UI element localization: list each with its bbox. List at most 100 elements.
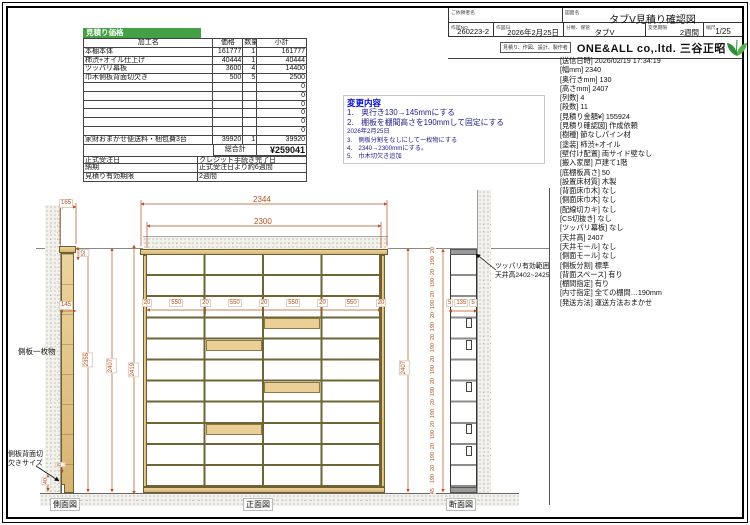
pitch-dim-label: 20	[430, 312, 436, 318]
side-view-panel	[61, 253, 74, 493]
spec-line: [底棚板高さ] 50	[560, 168, 744, 177]
spec-line: [見積り金額¥] 155924	[560, 112, 744, 121]
spec-line: [列数] 4	[560, 93, 744, 102]
table-row: 家財おまかせ便送料・梱包費3台 39920 1 39920	[84, 136, 307, 145]
dim-height-2419: 2419	[128, 362, 139, 377]
cell-price: 500	[213, 74, 243, 83]
pitch-dim-cell: 190	[420, 273, 446, 293]
cell-name	[84, 109, 213, 118]
spec-line: [送信日時] 2026/02/19 17:34:19	[560, 56, 744, 65]
table-row: 0	[84, 127, 307, 136]
tension-rod-annotation: ツッパリ有効範囲 天井高2402~2425	[495, 263, 550, 281]
pitch-dim-label: 20	[430, 291, 436, 297]
spec-line: [樹種] 節なしパイン材	[560, 130, 744, 139]
dim-side-upper: 52	[79, 249, 89, 257]
cell-price	[213, 83, 243, 92]
term-label: 見積り有効期限	[83, 173, 198, 182]
cell-name: 巾木側板背面切欠き	[84, 74, 213, 83]
term-value: クレジット手続き完了日	[198, 156, 307, 165]
spec-line: [背面スペース] 有り	[560, 270, 744, 279]
column-header-price: 価格	[213, 39, 243, 48]
fixed-shelf-block	[206, 340, 262, 351]
cell-price	[213, 109, 243, 118]
title-block: ご依頼者名 図面名 タブV見積り確認図 作図NO 260223-2 作図日 20…	[448, 8, 742, 59]
cell-qty: 5	[243, 74, 257, 83]
table-row: 巾木側板背面切欠き 500 5 2500	[84, 74, 307, 83]
side-view-label: 側面図	[50, 498, 80, 511]
pitch-dim-label: 20	[430, 269, 436, 275]
section-wall-hatch	[477, 190, 491, 493]
cell-qty	[243, 92, 257, 101]
column-dim-cell: 550	[207, 298, 263, 308]
change-note-item: 3. 側板分割をなしにして一枚物にする	[347, 137, 541, 145]
pitch-dim-label: 20	[430, 378, 436, 384]
total-spacer	[84, 145, 213, 156]
dim-height-2355: 2355	[82, 352, 93, 367]
cell-name	[84, 92, 213, 101]
spec-line: [幅mm] 2340	[560, 65, 744, 74]
table-row: 柿渋+オイル仕上げ 40444 1 40444	[84, 57, 307, 66]
section-depth-dims: 5 135 5	[446, 299, 477, 307]
term-row: 見積り有効期限 2週間	[83, 173, 307, 182]
cell-name: 家財おまかせ便送料・梱包費3台	[84, 136, 213, 145]
dim-side-depth: 145	[59, 301, 73, 310]
column-dim-label: 20	[376, 299, 387, 307]
pitch-dim-label: 190	[430, 343, 436, 352]
term-label: 正式受注日	[83, 156, 198, 165]
change-notes-box: 変更内容 1. 奥行き130→145mmにする2. 棚板を棚間高さを190mmし…	[343, 95, 545, 164]
change-note-item: 2026年2月25日	[347, 128, 541, 136]
side-panel-notch	[62, 484, 65, 493]
estimate-grid: 加工名 価格 数量 小計 本棚本体 161777 1 161777 柿渋+オイル…	[83, 38, 307, 156]
column-dim-cell: 550	[148, 298, 204, 308]
estimate-title-bar: 見積り価格	[83, 28, 201, 38]
pitch-dim-label: 190	[430, 452, 436, 461]
section-view-label: 断面図	[446, 498, 476, 511]
change-note-item: 4. 2340→2300mmにする。	[347, 145, 541, 153]
pitch-dim-label: 20	[430, 465, 436, 471]
dim-notch-height: 40	[41, 477, 51, 485]
estimate-terms: 正式受注日 クレジット手続き完了日 納期 正式受注日より約6週間 見積り有効期限…	[83, 156, 307, 182]
notch-annotation-line2: 欠きサイズ	[8, 460, 43, 469]
cell-price: 3600	[213, 65, 243, 74]
pitch-dim-label: 190	[430, 256, 436, 265]
pitch-dim-cell: 45	[420, 488, 446, 493]
cell-price	[213, 92, 243, 101]
spec-line: [見積り確認図] 作成依頼	[560, 121, 744, 130]
shelf-pitch-dimension-stack: 2019020190201902019020190201902019020190…	[420, 249, 446, 493]
pitch-dim-label: 20	[430, 356, 436, 362]
pitch-dim-cell: 190	[420, 251, 446, 271]
column-dim-cell: 550	[265, 298, 321, 308]
tension-rod-line2: 天井高2402~2425	[495, 272, 550, 281]
spec-lines: [送信日時] 2026/02/19 17:34:19[幅mm] 2340[奥行き…	[560, 56, 744, 307]
term-row: 納期 正式受注日より約6週間	[83, 164, 307, 173]
pitch-dim-label: 20	[430, 247, 436, 253]
title-block-row2: 作図NO 260223-2 作図日 2026年2月25日 分類、保管 タブV 変…	[448, 23, 742, 37]
cell-price	[213, 101, 243, 110]
section-back-clip	[466, 340, 472, 350]
cell-subtotal: 2500	[257, 74, 307, 83]
cell-qty: 1	[243, 136, 257, 145]
column-dim-label: 550	[228, 299, 242, 307]
fixed-shelf-block	[206, 424, 262, 435]
estimate-table: 見積り価格 加工名 価格 数量 小計 本棚本体 161777 1 161777 …	[83, 28, 307, 182]
change-notes-title: 変更内容	[347, 98, 541, 108]
cell-name: 柿渋+オイル仕上げ	[84, 57, 213, 66]
column-header-qty: 数量	[243, 39, 257, 48]
estimate-header-row: 加工名 価格 数量 小計	[84, 39, 307, 48]
fixed-shelf-block	[264, 382, 320, 393]
field-label: 縮尺	[706, 24, 716, 31]
cell-name	[84, 118, 213, 127]
cell-price	[213, 127, 243, 136]
spec-line: [設置床材質] 木製	[560, 177, 744, 186]
cell-qty	[243, 83, 257, 92]
spec-line: [発送方法] 運送方法おまかせ	[560, 298, 744, 307]
cell-price: 161777	[213, 48, 243, 57]
section-back-clip	[466, 446, 472, 456]
column-header-subtotal: 小計	[257, 39, 307, 48]
front-view-label: 正面図	[243, 498, 273, 511]
table-row: 0	[84, 109, 307, 118]
pitch-dim-label: 20	[430, 334, 436, 340]
cell-name: 本棚本体	[84, 48, 213, 57]
field-drawing-date: 作図日 2026年2月25日	[494, 23, 564, 36]
pitch-dim-label: 190	[430, 365, 436, 374]
